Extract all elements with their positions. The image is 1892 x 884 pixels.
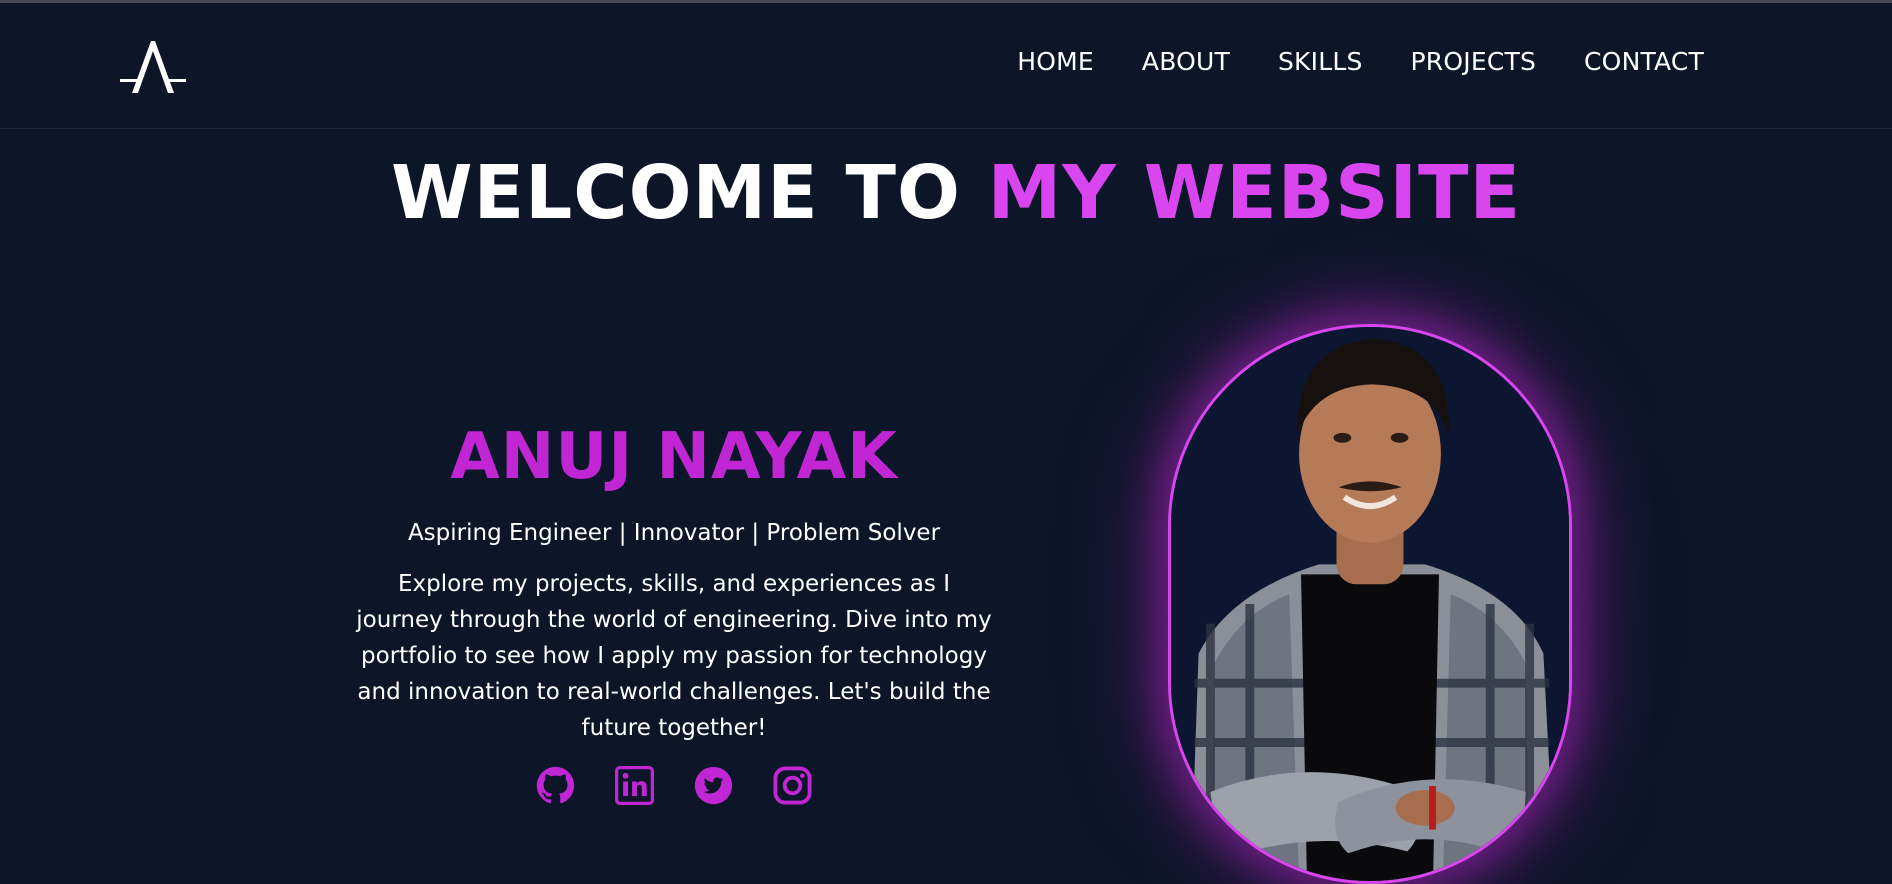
profile-intro: Explore my projects, skills, and experie…: [356, 571, 992, 741]
main-nav: HOME ABOUT SKILLS PROJECTS CONTACT: [1017, 47, 1704, 76]
hero-title-plain: WELCOME TO: [390, 150, 988, 236]
hero-title-accent: MY WEBSITE: [987, 150, 1522, 236]
logo-link[interactable]: [118, 37, 188, 97]
instagram-icon[interactable]: [773, 766, 812, 805]
profile-tagline: Aspiring Engineer | Innovator | Problem …: [407, 520, 941, 546]
profile-photo-frame: [1168, 324, 1572, 884]
nav-home[interactable]: HOME: [1017, 47, 1094, 76]
nav-about[interactable]: ABOUT: [1142, 47, 1230, 76]
twitter-icon[interactable]: [694, 766, 733, 805]
github-icon[interactable]: [536, 766, 575, 805]
nav-contact[interactable]: CONTACT: [1584, 47, 1704, 76]
stylized-a-logo-icon: [120, 41, 186, 93]
linkedin-icon[interactable]: [615, 766, 654, 805]
social-links: [536, 766, 812, 805]
nav-skills[interactable]: SKILLS: [1278, 47, 1363, 76]
site-header: HOME ABOUT SKILLS PROJECTS CONTACT: [0, 3, 1892, 129]
profile-name: ANUJ NAYAK: [450, 420, 898, 494]
hero-title: WELCOME TO MY WEBSITE: [0, 150, 1892, 236]
portrait-photo: [1171, 327, 1569, 881]
nav-projects[interactable]: PROJECTS: [1411, 47, 1537, 76]
